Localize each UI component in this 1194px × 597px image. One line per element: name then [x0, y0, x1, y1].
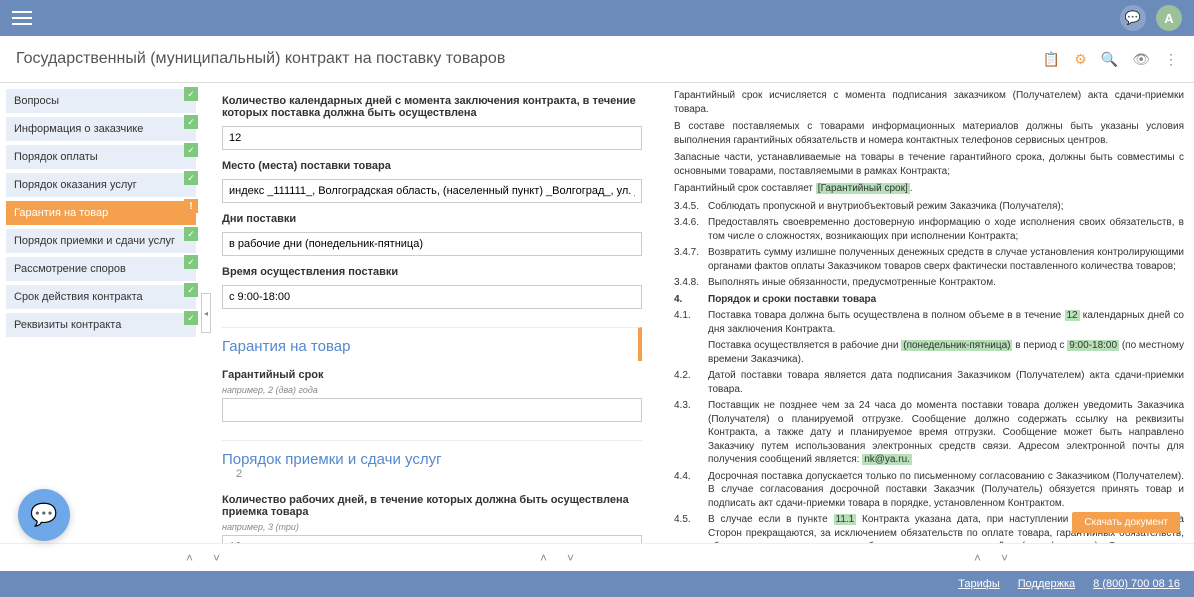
check-icon: ✓	[184, 227, 198, 241]
page-title: Государственный (муниципальный) контракт…	[10, 44, 1037, 74]
next-left[interactable]: ˅	[213, 551, 220, 565]
days-delivery-input[interactable]	[222, 126, 642, 150]
form-panel: Количество календарных дней с момента за…	[212, 83, 652, 543]
check-icon: ✓	[184, 87, 198, 101]
check-icon: ✓	[184, 143, 198, 157]
warn-icon: !	[184, 199, 198, 213]
sidebar-item-8[interactable]: Реквизиты контракта✓	[6, 313, 196, 337]
field-hint: например, 3 (три)	[222, 522, 642, 532]
field-label: Гарантийный срок	[222, 369, 642, 381]
days-input[interactable]	[222, 232, 642, 256]
sidebar-item-2[interactable]: Порядок оплаты✓	[6, 145, 196, 169]
search-icon[interactable]: 🔍	[1101, 51, 1118, 68]
field-label: Количество рабочих дней, в течение котор…	[222, 494, 642, 518]
download-button[interactable]: Скачать документ	[1072, 512, 1180, 533]
sidebar-item-5[interactable]: Порядок приемки и сдачи услуг✓	[6, 229, 196, 253]
prev-mid[interactable]: ˄	[540, 551, 547, 565]
warranty-input[interactable]	[222, 398, 642, 422]
chat-header-icon[interactable]: 💬	[1120, 5, 1146, 31]
more-icon[interactable]: ⋮	[1164, 51, 1178, 68]
menu-icon[interactable]	[12, 11, 32, 25]
accept-days-input[interactable]	[222, 535, 642, 543]
clipboard-icon[interactable]: 📋	[1043, 51, 1060, 68]
check-icon: ✓	[184, 283, 198, 297]
section-acceptance: Порядок приемки и сдачи услуг 2	[222, 440, 642, 486]
next-mid[interactable]: ˅	[567, 551, 574, 565]
sidebar-item-6[interactable]: Рассмотрение споров✓	[6, 257, 196, 281]
sidebar-item-4[interactable]: Гарантия на товар!	[6, 201, 196, 225]
section-warranty: Гарантия на товар	[222, 327, 642, 361]
sidebar-item-7[interactable]: Срок действия контракта✓	[6, 285, 196, 309]
check-icon: ✓	[184, 171, 198, 185]
phone-link[interactable]: 8 (800) 700 08 16	[1093, 578, 1180, 590]
check-icon: ✓	[184, 255, 198, 269]
collapse-sidebar[interactable]: ◂	[201, 293, 211, 333]
tariffs-link[interactable]: Тарифы	[958, 578, 1000, 590]
next-right[interactable]: ˅	[1001, 551, 1008, 565]
sidebar-item-1[interactable]: Информация о заказчике✓	[6, 117, 196, 141]
field-label: Дни поставки	[222, 213, 642, 225]
sidebar: Вопросы✓ Информация о заказчике✓ Порядок о…	[0, 83, 200, 543]
preview-panel: Гарантийный срок исчисляется с момента п…	[664, 83, 1194, 543]
field-label: Время осуществления поставки	[222, 266, 642, 278]
avatar[interactable]: А	[1156, 5, 1182, 31]
prev-left[interactable]: ˄	[186, 551, 193, 565]
time-input[interactable]	[222, 285, 642, 309]
prev-right[interactable]: ˄	[974, 551, 981, 565]
check-icon: ✓	[184, 311, 198, 325]
check-icon: ✓	[184, 115, 198, 129]
field-label: Количество календарных дней с момента за…	[222, 95, 642, 119]
filter-icon[interactable]: ⚙	[1074, 51, 1087, 68]
sidebar-item-3[interactable]: Порядок оказания услуг✓	[6, 173, 196, 197]
eye-icon[interactable]: 👁	[1132, 51, 1150, 68]
sidebar-item-0[interactable]: Вопросы✓	[6, 89, 196, 113]
field-hint: например, 2 (два) года	[222, 385, 642, 395]
support-link[interactable]: Поддержка	[1018, 578, 1075, 590]
field-label: Место (места) поставки товара	[222, 160, 642, 172]
place-input[interactable]	[222, 179, 642, 203]
chat-fab-icon[interactable]: 💬	[18, 489, 70, 541]
